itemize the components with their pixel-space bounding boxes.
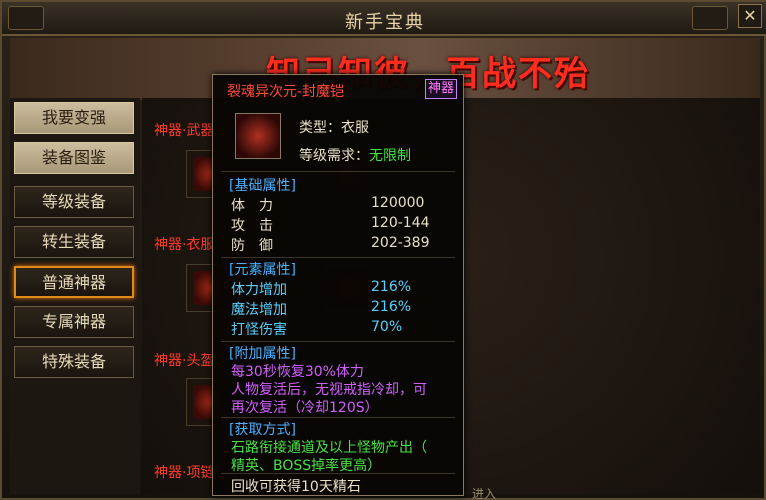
window-title: 新手宝典	[345, 12, 425, 33]
divider	[221, 171, 455, 172]
stat-label: 体 力	[231, 198, 273, 214]
divider	[221, 417, 455, 418]
level-label: 等级需求：	[299, 148, 369, 164]
acquisition-line: 石路衔接通道及以上怪物产出（	[231, 440, 427, 456]
section-title: 神器·项链	[154, 465, 215, 481]
stat-label: 魔法增加	[231, 302, 287, 318]
extra-attribute-line: 每30秒恢复30%体力	[231, 364, 364, 380]
stat-label: 防 御	[231, 238, 273, 254]
title-bar: 新手宝典 ✕	[2, 2, 766, 36]
item-tooltip: 裂魂异次元-封魔铠 神器 类型：衣服 等级需求：无限制 [基础属性] 体 力 1…	[212, 74, 464, 496]
divider	[221, 257, 455, 258]
base-attributes-header: [基础属性]	[229, 178, 296, 194]
stat-value: 120-144	[371, 215, 430, 231]
artifact-badge: 神器	[425, 79, 457, 99]
close-button[interactable]: ✕	[738, 4, 762, 28]
acquisition-line: 精英、BOSS掉率更高）	[231, 458, 382, 474]
stat-value: 120000	[371, 195, 425, 211]
sidebar-item-equipment-codex[interactable]: 装备图鉴	[14, 142, 134, 174]
stat-label: 打怪伤害	[231, 322, 287, 338]
extra-attributes-header: [附加属性]	[229, 346, 296, 362]
sidebar-item-level-gear[interactable]: 等级装备	[14, 186, 134, 218]
sidebar-item-get-stronger[interactable]: 我要变强	[14, 102, 134, 134]
stat-value: 216%	[371, 279, 412, 295]
extra-attribute-line: 再次复活（冷却120S）	[231, 400, 379, 416]
divider	[221, 473, 455, 474]
stat-value: 202-389	[371, 235, 430, 251]
element-attributes-header: [元素属性]	[229, 262, 296, 278]
divider	[221, 341, 455, 342]
sidebar-item-special-gear[interactable]: 特殊装备	[14, 346, 134, 378]
sidebar-item-rebirth-gear[interactable]: 转生装备	[14, 226, 134, 258]
type-label: 类型：	[299, 120, 341, 136]
enter-link[interactable]: 进入	[472, 485, 496, 500]
item-name: 裂魂异次元-封魔铠	[227, 84, 345, 100]
sidebar: 我要变强 装备图鉴 等级装备 转生装备 普通神器 专属神器 特殊装备	[10, 98, 140, 494]
sidebar-item-exclusive-artifact[interactable]: 专属神器	[14, 306, 134, 338]
type-value: 衣服	[341, 120, 369, 136]
stat-label: 攻 击	[231, 218, 273, 234]
level-value: 无限制	[369, 148, 411, 164]
recycle-info: 回收可获得10天精石	[231, 479, 361, 495]
stat-label: 体力增加	[231, 282, 287, 298]
stat-value: 70%	[371, 319, 403, 335]
section-title: 神器·武器	[154, 123, 215, 139]
stat-value: 216%	[371, 299, 412, 315]
acquisition-header: [获取方式]	[229, 422, 296, 438]
extra-attribute-line: 人物复活后，无视戒指冷却，可	[231, 382, 427, 398]
section-title: 神器·头盔	[154, 353, 215, 369]
armor-icon	[235, 113, 281, 159]
sidebar-item-common-artifact[interactable]: 普通神器	[14, 266, 134, 298]
close-icon: ✕	[743, 6, 757, 25]
section-title: 神器·衣服	[154, 237, 215, 253]
